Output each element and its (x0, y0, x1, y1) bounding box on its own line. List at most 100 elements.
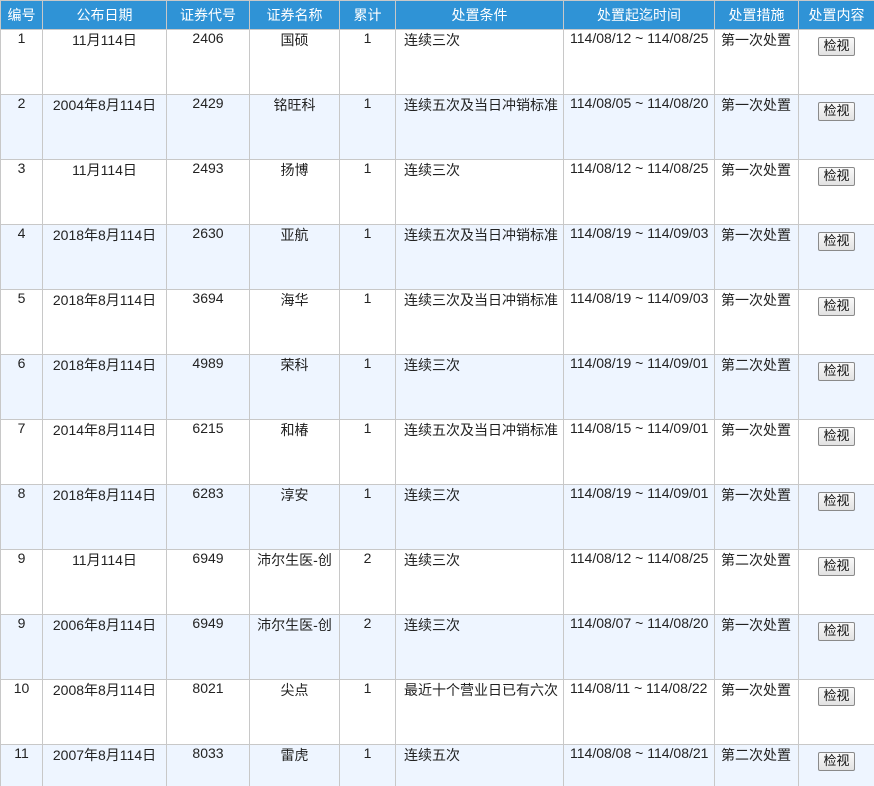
cell-measure: 第一次处置 (714, 224, 799, 290)
cell-no: 6 (0, 354, 43, 420)
table-row: 6 2018年8月114日 4989 荣科 1 连续三次 114/08/19 ~ 114/0… (0, 354, 874, 420)
cell-measure: 第二次处置 (714, 354, 799, 420)
cell-date: 2008年8月114日 (42, 679, 167, 745)
cell-condition: 连续三次 (395, 549, 564, 615)
cell-action: 检视 (798, 29, 874, 95)
cell-code: 6949 (166, 549, 250, 615)
view-button[interactable]: 检视 (818, 232, 855, 251)
cell-action: 检视 (798, 484, 874, 550)
cell-no: 9 (0, 549, 43, 615)
cell-action: 检视 (798, 614, 874, 680)
cell-no: 7 (0, 419, 43, 485)
cell-no: 1 (0, 29, 43, 95)
cell-name: 铭旺科 (249, 94, 340, 160)
cell-code: 2493 (166, 159, 250, 225)
cell-date: 11月114日 (42, 159, 167, 225)
view-button[interactable]: 检视 (818, 297, 855, 316)
cell-count: 1 (339, 419, 396, 485)
table-row: 7 2014年8月114日 6215 和椿 1 连续五次及当日冲销标准 114/08/15 … (0, 419, 874, 485)
table-row: 1 11月114日 2406 国硕 1 连续三次 114/08/12 ~ 114/08/25… (0, 29, 874, 95)
cell-name: 尖点 (249, 679, 340, 745)
cell-count: 1 (339, 29, 396, 95)
cell-name: 和椿 (249, 419, 340, 485)
cell-date: 11月114日 (42, 549, 167, 615)
cell-measure: 第一次处置 (714, 29, 799, 95)
cell-action: 检视 (798, 94, 874, 160)
table-row: 3 11月114日 2493 扬博 1 连续三次 114/08/12 ~ 114/08/25… (0, 159, 874, 225)
cell-period: 114/08/19 ~ 114/09/01 (563, 354, 715, 420)
cell-action: 检视 (798, 679, 874, 745)
view-button[interactable]: 检视 (818, 492, 855, 511)
view-button[interactable]: 检视 (818, 752, 855, 771)
cell-code: 8021 (166, 679, 250, 745)
view-button[interactable]: 检视 (818, 427, 855, 446)
view-button[interactable]: 检视 (818, 102, 855, 121)
cell-count: 1 (339, 224, 396, 290)
cell-name: 扬博 (249, 159, 340, 225)
cell-code: 6949 (166, 614, 250, 680)
cell-condition: 连续三次及当日冲销标准 (395, 289, 564, 355)
view-button[interactable]: 检视 (818, 362, 855, 381)
cell-measure: 第一次处置 (714, 94, 799, 160)
cell-code: 2630 (166, 224, 250, 290)
header-no: 编号 (0, 0, 43, 30)
header-code: 证券代号 (166, 0, 250, 30)
cell-action: 检视 (798, 224, 874, 290)
view-button[interactable]: 检视 (818, 167, 855, 186)
header-measure: 处置措施 (714, 0, 799, 30)
cell-condition: 连续三次 (395, 159, 564, 225)
cell-count: 1 (339, 679, 396, 745)
cell-condition: 连续五次及当日冲销标准 (395, 419, 564, 485)
cell-no: 11 (0, 744, 43, 786)
view-button[interactable]: 检视 (818, 37, 855, 56)
cell-name: 荣科 (249, 354, 340, 420)
cell-name: 沛尔生医-创 (249, 614, 340, 680)
cell-date: 2018年8月114日 (42, 484, 167, 550)
header-period: 处置起迄时间 (563, 0, 715, 30)
cell-no: 4 (0, 224, 43, 290)
header-condition: 处置条件 (395, 0, 564, 30)
header-count: 累计 (339, 0, 396, 30)
cell-action: 检视 (798, 549, 874, 615)
cell-count: 1 (339, 289, 396, 355)
cell-period: 114/08/05 ~ 114/08/20 (563, 94, 715, 160)
cell-count: 1 (339, 354, 396, 420)
table-row: 11 2007年8月114日 8033 雷虎 1 连续五次 114/08/08 ~ 114/… (0, 744, 874, 786)
cell-action: 检视 (798, 419, 874, 485)
cell-count: 1 (339, 484, 396, 550)
table-row: 9 11月114日 6949 沛尔生医-创 2 连续三次 114/08/12 ~ 114/0… (0, 549, 874, 615)
cell-no: 10 (0, 679, 43, 745)
cell-period: 114/08/11 ~ 114/08/22 (563, 679, 715, 745)
cell-name: 雷虎 (249, 744, 340, 786)
cell-condition: 连续三次 (395, 29, 564, 95)
view-button[interactable]: 检视 (818, 687, 855, 706)
cell-period: 114/08/12 ~ 114/08/25 (563, 549, 715, 615)
cell-date: 2007年8月114日 (42, 744, 167, 786)
cell-action: 检视 (798, 159, 874, 225)
cell-count: 2 (339, 614, 396, 680)
table-row: 8 2018年8月114日 6283 淳安 1 连续三次 114/08/19 ~ 114/0… (0, 484, 874, 550)
cell-period: 114/08/19 ~ 114/09/01 (563, 484, 715, 550)
cell-no: 5 (0, 289, 43, 355)
cell-name: 亚航 (249, 224, 340, 290)
cell-measure: 第一次处置 (714, 679, 799, 745)
view-button[interactable]: 检视 (818, 622, 855, 641)
cell-date: 2018年8月114日 (42, 354, 167, 420)
view-button[interactable]: 检视 (818, 557, 855, 576)
table-header: 编号 公布日期 证券代号 证券名称 累计 处置条件 处置起迄时间 处置措施 处置… (0, 0, 874, 30)
cell-name: 海华 (249, 289, 340, 355)
cell-code: 2406 (166, 29, 250, 95)
table-row: 4 2018年8月114日 2630 亚航 1 连续五次及当日冲销标准 114/08/19 … (0, 224, 874, 290)
cell-period: 114/08/08 ~ 114/08/21 (563, 744, 715, 786)
cell-no: 3 (0, 159, 43, 225)
table-body: 1 11月114日 2406 国硕 1 连续三次 114/08/12 ~ 114/08/25… (0, 29, 874, 786)
cell-condition: 连续三次 (395, 354, 564, 420)
cell-condition: 连续五次及当日冲销标准 (395, 94, 564, 160)
cell-period: 114/08/19 ~ 114/09/03 (563, 224, 715, 290)
cell-measure: 第一次处置 (714, 484, 799, 550)
cell-condition: 最近十个营业日已有六次 (395, 679, 564, 745)
cell-code: 6215 (166, 419, 250, 485)
cell-condition: 连续三次 (395, 484, 564, 550)
cell-no: 2 (0, 94, 43, 160)
cell-condition: 连续三次 (395, 614, 564, 680)
